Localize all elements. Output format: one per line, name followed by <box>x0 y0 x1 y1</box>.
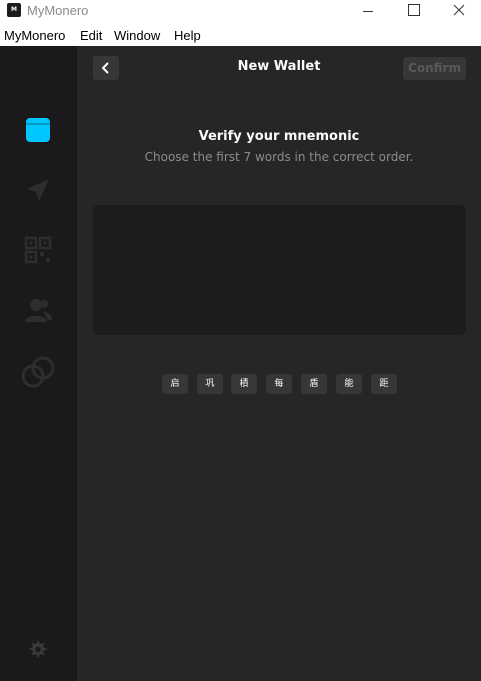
verify-heading: Verify your mnemonic <box>198 129 360 144</box>
word-chip[interactable]: 樍 <box>231 374 257 394</box>
app-logo-icon: M <box>7 3 21 17</box>
contacts-icon <box>25 299 52 322</box>
verify-instructions: Choose the first 7 words in the correct … <box>144 150 414 164</box>
window-title: MyMonero <box>27 3 89 18</box>
word-choices: 启 巩 樍 每 盾 能 距 <box>162 374 402 394</box>
send-icon <box>27 179 49 201</box>
menu-mymonero[interactable]: MyMonero <box>4 28 65 43</box>
main-panel: New Wallet Confirm Verify your mnemonic … <box>77 46 481 681</box>
word-chip[interactable]: 距 <box>371 374 397 394</box>
confirm-button[interactable]: Confirm <box>403 57 466 80</box>
maximize-button[interactable] <box>391 0 437 24</box>
close-icon <box>453 4 465 16</box>
menu-window[interactable]: Window <box>114 28 160 43</box>
word-chip[interactable]: 盾 <box>301 374 327 394</box>
menu-help[interactable]: Help <box>174 28 201 43</box>
word-chip[interactable]: 巩 <box>197 374 223 394</box>
menu-edit[interactable]: Edit <box>80 28 102 43</box>
word-chip[interactable]: 能 <box>336 374 362 394</box>
sidebar-item-send[interactable] <box>23 175 53 205</box>
title-bar: M MyMonero <box>0 0 481 24</box>
menu-bar: MyMonero Edit Window Help <box>0 24 481 46</box>
gear-icon <box>29 640 47 658</box>
sidebar-item-receive[interactable] <box>23 235 53 265</box>
sidebar-item-wallets[interactable] <box>23 115 53 145</box>
wallets-icon <box>26 118 50 142</box>
qr-code-icon <box>24 236 52 264</box>
selected-words-area[interactable] <box>93 205 466 335</box>
sidebar <box>0 46 77 681</box>
close-button[interactable] <box>436 0 481 24</box>
sidebar-item-contacts[interactable] <box>23 295 53 325</box>
word-chip[interactable]: 每 <box>266 374 292 394</box>
word-chip[interactable]: 启 <box>162 374 188 394</box>
settings-button[interactable] <box>29 640 47 658</box>
sidebar-item-exchange[interactable] <box>20 355 56 391</box>
minimize-button[interactable] <box>345 0 391 24</box>
exchange-icon <box>21 356 55 388</box>
